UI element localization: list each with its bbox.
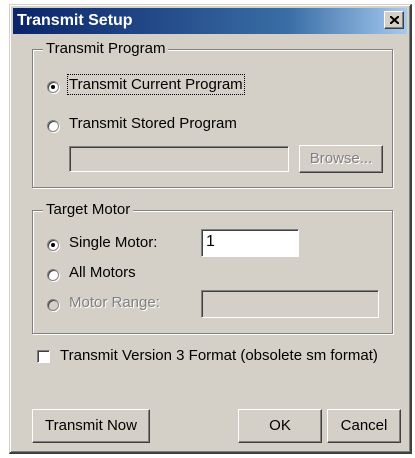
motor-range-radio[interactable]	[47, 299, 59, 311]
target-motor-group: Target Motor Single Motor: 1 All Motors …	[32, 201, 393, 334]
transmit-setup-dialog: Transmit Setup Transmit Program Transmit…	[9, 4, 412, 454]
cancel-button[interactable]: Cancel	[327, 409, 401, 443]
all-motors-radio[interactable]	[47, 269, 59, 281]
transmit-program-group: Transmit Program Transmit Current Progra…	[32, 40, 393, 188]
single-motor-radio[interactable]	[47, 239, 59, 251]
version3-checkbox[interactable]	[37, 350, 50, 363]
transmit-current-label[interactable]: Transmit Current Program	[67, 74, 245, 95]
single-motor-input[interactable]: 1	[201, 229, 299, 257]
transmit-current-radio[interactable]	[47, 81, 59, 93]
target-motor-legend: Target Motor	[43, 201, 134, 218]
browse-button-label: Browse...	[309, 150, 373, 167]
stored-program-field[interactable]	[69, 146, 289, 172]
transmit-stored-label[interactable]: Transmit Stored Program	[69, 115, 237, 132]
close-icon	[390, 16, 399, 24]
transmit-stored-radio[interactable]	[47, 120, 59, 132]
cancel-label: Cancel	[340, 417, 388, 434]
version3-label[interactable]: Transmit Version 3 Format (obsolete sm f…	[60, 347, 378, 364]
window-title: Transmit Setup	[17, 12, 133, 29]
ok-button[interactable]: OK	[238, 409, 322, 443]
ok-label: OK	[269, 417, 291, 434]
transmit-program-legend: Transmit Program	[43, 40, 169, 57]
all-motors-label[interactable]: All Motors	[69, 264, 136, 281]
single-motor-label[interactable]: Single Motor:	[69, 234, 157, 251]
motor-range-label[interactable]: Motor Range:	[69, 294, 160, 311]
transmit-now-button[interactable]: Transmit Now	[32, 409, 150, 443]
motor-range-input[interactable]	[201, 290, 379, 318]
browse-button[interactable]: Browse...	[299, 145, 383, 173]
title-bar[interactable]: Transmit Setup	[13, 8, 407, 34]
transmit-now-label: Transmit Now	[45, 417, 137, 434]
close-button[interactable]	[384, 11, 404, 29]
